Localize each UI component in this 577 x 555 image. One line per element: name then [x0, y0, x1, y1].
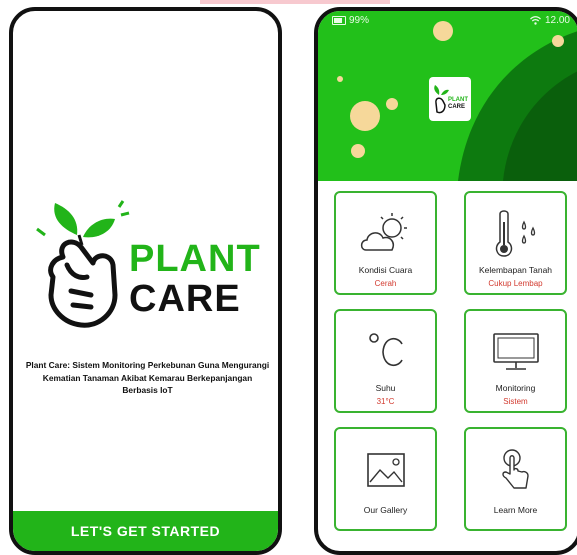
card-monitoring[interactable]: Monitoring Sistem [464, 309, 567, 413]
brand-title-line2: CARE [129, 278, 241, 320]
dashboard-header: 99% 12.00 PLANT CARE [318, 11, 577, 181]
gallery-icon [366, 453, 405, 487]
card-gallery[interactable]: Our Gallery [334, 427, 437, 531]
card-weather[interactable]: Kondisi Cuara Cerah [334, 191, 437, 295]
battery-icon [332, 16, 346, 25]
card-subtitle: Cukup Lembap [488, 279, 543, 288]
card-title: Learn More [493, 505, 538, 515]
header-logo-line1: PLANT [448, 97, 468, 103]
splash-screen: PLANT CARE Plant Care: Sistem Monitoring… [9, 7, 282, 555]
weather-sun-cloud-icon [360, 213, 407, 251]
get-started-button[interactable]: LET'S GET STARTED [13, 511, 278, 551]
status-bar: 99% 12.00 [332, 15, 570, 29]
card-title: Our Gallery [363, 505, 408, 515]
wifi-icon [530, 16, 541, 25]
card-subtitle: Cerah [374, 279, 397, 288]
header-logo-line2: CARE [448, 104, 465, 110]
card-soil-moisture[interactable]: Kelembapan Tanah Cukup Lembap [464, 191, 567, 295]
dashboard-screen: 99% 12.00 PLANT CARE Kondisi Cuara Cerah… [314, 7, 577, 555]
card-title: Kondisi Cuara [358, 265, 413, 275]
thermometer-droplets-icon [495, 210, 535, 257]
header-logo: PLANT CARE [429, 77, 471, 121]
card-learn-more[interactable]: Learn More [464, 427, 567, 531]
card-temperature[interactable]: Suhu 31°C [334, 309, 437, 413]
clock-time: 12.00 [544, 15, 570, 26]
top-highlight-strip [200, 0, 390, 4]
plant-care-logo-icon [36, 200, 130, 328]
card-title: Monitoring [495, 383, 536, 393]
app-description: Plant Care: Sistem Monitoring Perkebunan… [25, 360, 270, 395]
battery-level: 99% [349, 15, 370, 26]
plant-care-logo-icon: PLANT CARE [434, 85, 468, 114]
celsius-icon [368, 333, 403, 367]
card-subtitle: Sistem [503, 397, 528, 406]
tap-hand-icon [501, 449, 529, 489]
card-subtitle: 31°C [376, 397, 395, 406]
card-title: Kelembapan Tanah [478, 265, 553, 275]
monitor-icon [492, 333, 539, 370]
brand-title: PLANT CARE [129, 239, 261, 319]
card-title: Suhu [375, 383, 396, 393]
brand-title-line1: PLANT [129, 238, 261, 280]
